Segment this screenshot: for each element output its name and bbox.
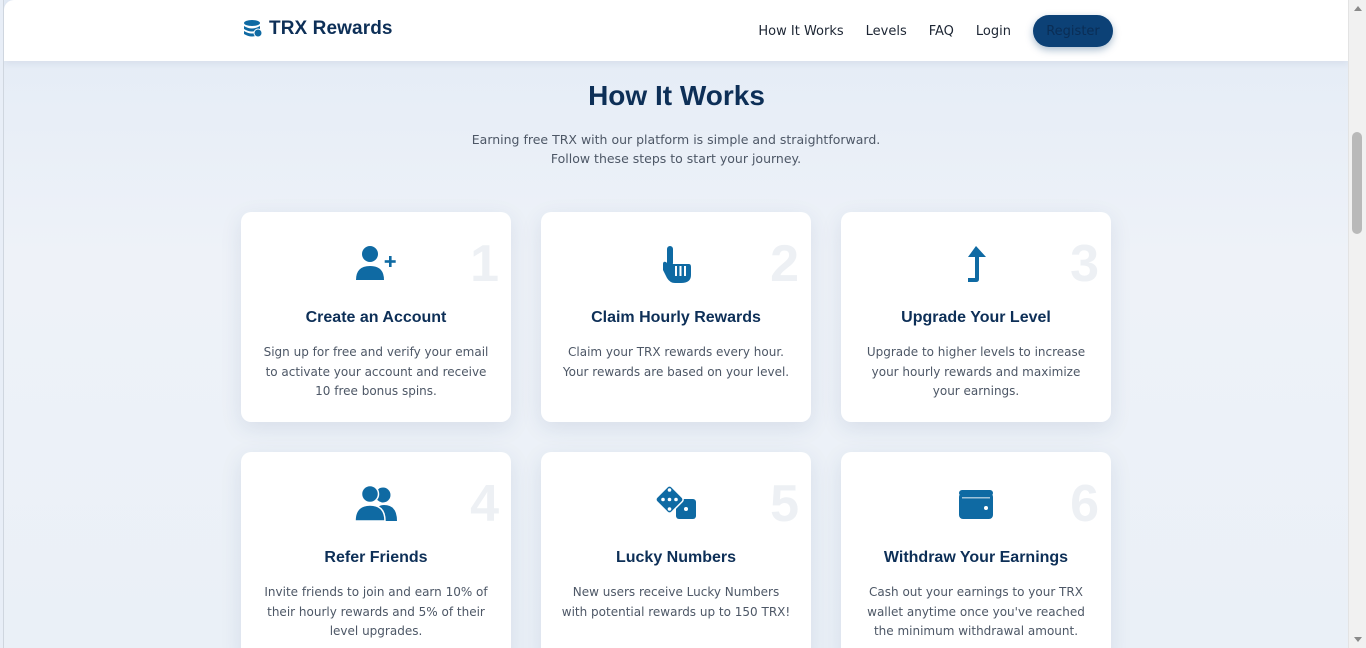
step-description: Cash out your earnings to your TRX walle… (867, 585, 1085, 638)
brand-logo[interactable]: TRX Rewards (241, 18, 393, 40)
page: TRX Rewards How It Works Levels FAQ Logi… (3, 0, 1348, 648)
step-number: 2 (770, 235, 799, 293)
step-description: New users receive Lucky Numbers with pot… (561, 585, 791, 619)
nav-how-it-works[interactable]: How It Works (758, 24, 843, 39)
step-title: Refer Friends (324, 549, 428, 566)
step-card: 4 Refer Friends Invite friends to join a… (241, 452, 511, 648)
step-card: 2 Claim Hourly Rewards Claim your TRX re… (541, 212, 811, 422)
step-description: Sign up for free and verify your email t… (263, 345, 489, 398)
wallet-icon (952, 482, 1000, 526)
step-description: Invite friends to join and earn 10% of t… (264, 585, 488, 638)
step-title: Create an Account (305, 309, 447, 326)
step-number: 6 (1070, 475, 1099, 533)
main-nav: How It Works Levels FAQ Login Register (758, 15, 1113, 47)
scrollbar-thumb[interactable] (1352, 132, 1362, 234)
step-title: Lucky Numbers (615, 549, 737, 566)
section-subtitle: Earning free TRX with our platform is si… (471, 132, 881, 166)
register-button[interactable]: Register (1033, 15, 1113, 47)
users-icon (352, 482, 400, 526)
header: TRX Rewards How It Works Levels FAQ Logi… (4, 0, 1348, 61)
step-title: Claim Hourly Rewards (591, 309, 761, 326)
step-card: 3 Upgrade Your Level Upgrade to higher l… (841, 212, 1111, 422)
nav-faq[interactable]: FAQ (929, 24, 954, 39)
step-description: Claim your TRX rewards every hour. Your … (562, 345, 790, 379)
section-title: How It Works (588, 80, 765, 111)
nav-levels[interactable]: Levels (866, 24, 907, 39)
step-number: 5 (770, 475, 799, 533)
nav-login[interactable]: Login (976, 24, 1011, 39)
step-number: 3 (1070, 235, 1099, 293)
hand-pointer-icon (652, 242, 700, 286)
dice-icon (652, 482, 700, 526)
step-title: Withdraw Your Earnings (883, 549, 1069, 566)
scroll-up-arrow-icon[interactable] (1354, 6, 1362, 11)
step-card: 1 Create an Account Sign up for free and… (241, 212, 511, 422)
step-description: Upgrade to higher levels to increase you… (866, 345, 1086, 398)
coins-icon (244, 20, 263, 38)
vertical-scrollbar[interactable] (1348, 0, 1366, 648)
step-number: 4 (470, 475, 499, 533)
step-card: 6 Withdraw Your Earnings Cash out your e… (841, 452, 1111, 648)
step-card: 5 Lucky Numbers New users receive Lucky … (541, 452, 811, 648)
scroll-down-arrow-icon[interactable] (1354, 637, 1362, 642)
level-up-icon (952, 242, 1000, 286)
user-plus-icon (352, 242, 400, 286)
brand-name: TRX Rewards (269, 18, 393, 39)
step-number: 1 (470, 235, 499, 293)
step-title: Upgrade Your Level (901, 309, 1051, 326)
